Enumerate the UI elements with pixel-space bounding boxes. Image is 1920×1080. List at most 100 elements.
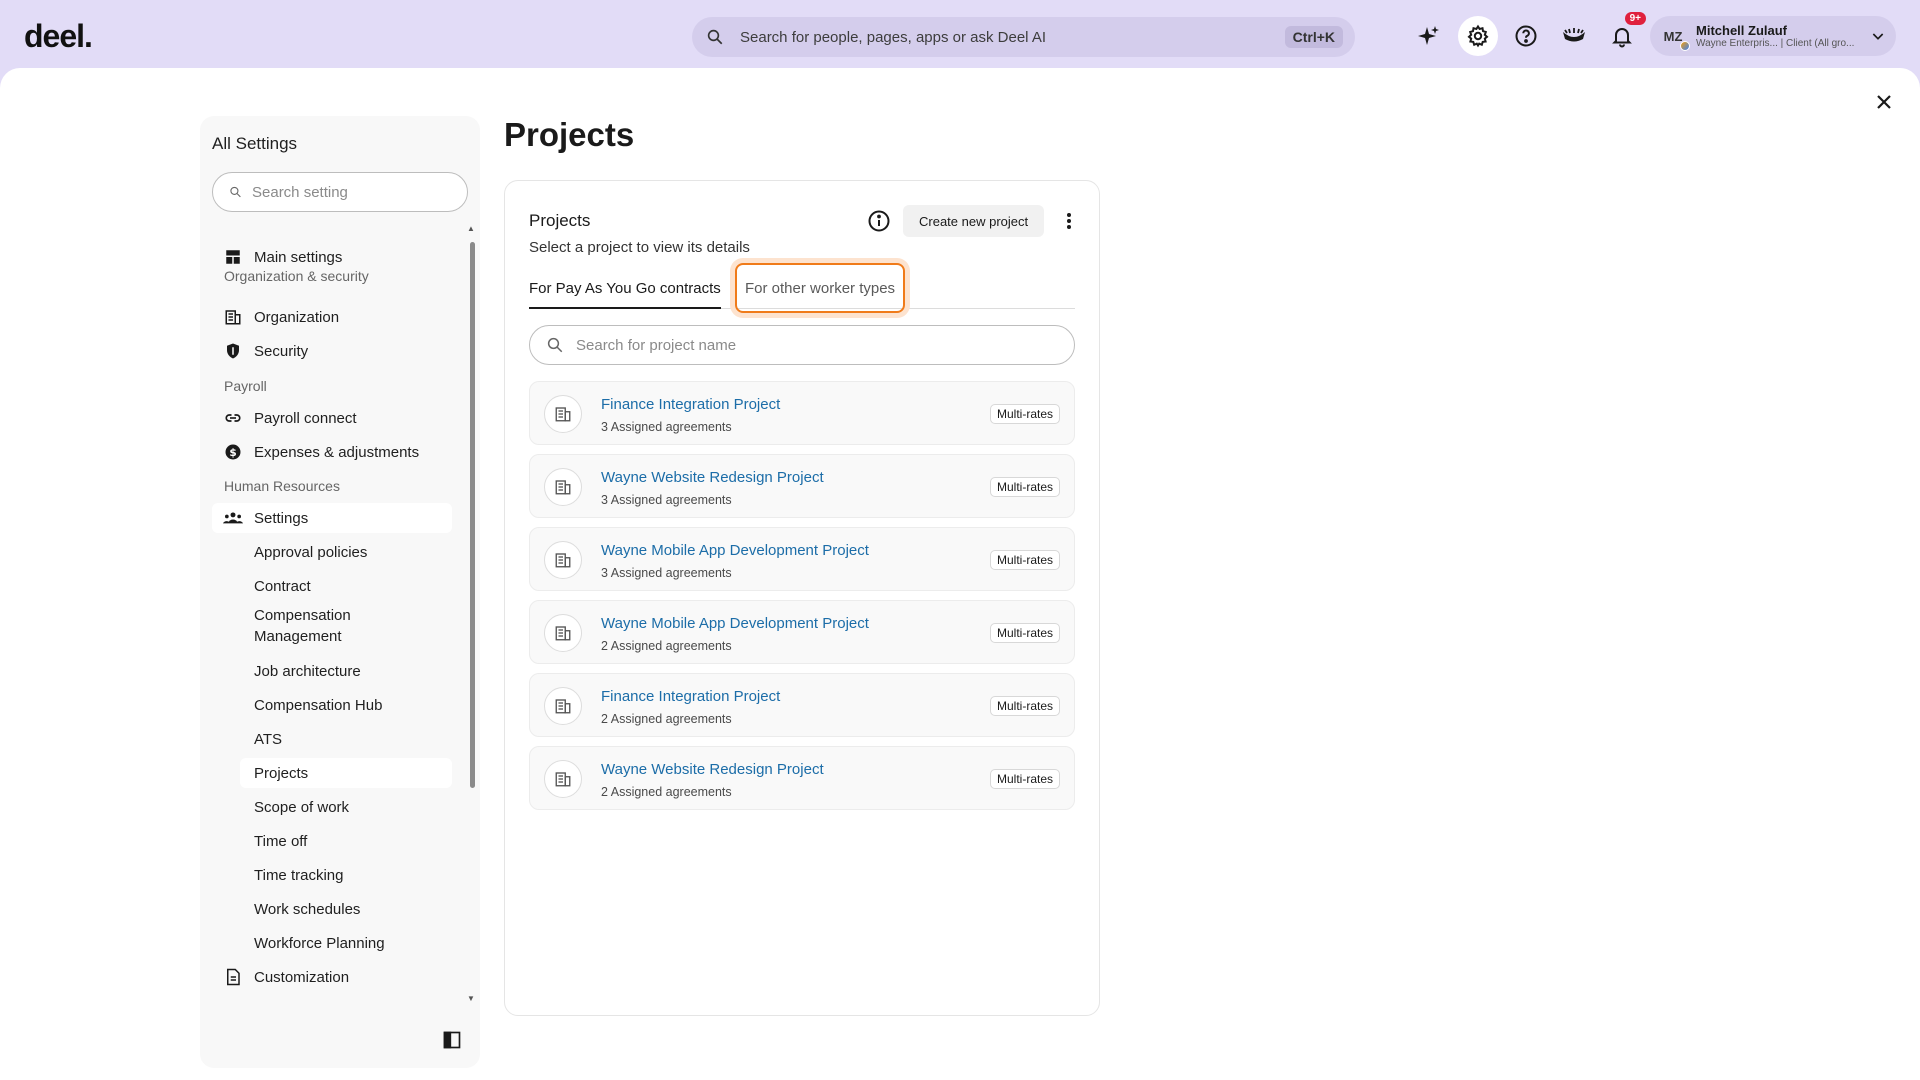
project-name[interactable]: Wayne Website Redesign Project [601,469,824,486]
sidebar-subitem-compensation-management[interactable]: Compensation Management [240,605,390,647]
settings-panel: All Settings Main settings Organization … [0,68,1920,1080]
mask-icon [1563,28,1585,42]
sidebar-subitem-contract[interactable]: Contract [240,571,452,601]
avatar-initials: MZ [1663,28,1683,44]
building-icon [544,614,582,652]
settings-button[interactable] [1458,16,1498,56]
sidebar-item-label: Settings [254,509,309,527]
project-name[interactable]: Wayne Mobile App Development Project [601,542,869,559]
ai-sparkle-button[interactable] [1409,16,1449,56]
document-icon [222,968,244,986]
building-icon [544,468,582,506]
sidebar-search[interactable] [212,172,468,212]
sidebar-item-organization[interactable]: Organization [212,302,452,332]
gear-icon [1467,24,1489,48]
building-icon [544,541,582,579]
svg-text:$: $ [229,447,236,459]
collapse-sidebar-button[interactable] [442,1030,462,1050]
sidebar-subitem-time-tracking[interactable]: Time tracking [240,860,452,890]
building-icon [222,308,244,326]
sparkle-icon [1418,26,1439,45]
sidebar-search-input[interactable] [252,183,451,201]
bell-icon [1612,28,1632,48]
project-name[interactable]: Wayne Website Redesign Project [601,761,824,778]
project-agreements: 3 Assigned agreements [601,493,732,507]
sidebar-subitem-approval-policies[interactable]: Approval policies [240,537,452,567]
global-search-bar[interactable]: Ctrl+K [692,17,1355,57]
scroll-up-arrow-icon[interactable]: ▲ [467,224,475,233]
deel-logo[interactable]: deel. [24,18,93,55]
project-tag: Multi-rates [989,696,1060,716]
tab-other-worker-types[interactable]: For other worker types [735,263,906,313]
more-options-button[interactable] [1057,209,1081,233]
projects-card: Projects Select a project to view its de… [504,180,1100,1016]
sidebar-item-expenses[interactable]: $ Expenses & adjustments [212,437,452,467]
project-name[interactable]: Finance Integration Project [601,688,780,705]
help-button[interactable] [1506,16,1546,56]
sidebar-item-customization[interactable]: Customization [212,962,452,992]
close-button[interactable] [1872,90,1896,114]
project-tag: Multi-rates [989,623,1060,643]
project-name[interactable]: Finance Integration Project [601,396,780,413]
chevron-down-icon [1872,33,1884,40]
sidebar-subitem-ats[interactable]: ATS [240,724,452,754]
project-agreements: 2 Assigned agreements [601,785,732,799]
search-icon [230,186,241,198]
project-row[interactable]: Wayne Website Redesign Project 3 Assigne… [529,454,1075,518]
sidebar-item-security[interactable]: Security [212,336,452,366]
project-row[interactable]: Wayne Website Redesign Project 2 Assigne… [529,746,1075,810]
project-tag: Multi-rates [989,477,1060,497]
project-tag: Multi-rates [989,550,1060,570]
project-tag: Multi-rates [989,404,1060,424]
scroll-down-arrow-icon[interactable]: ▼ [467,994,475,1003]
search-icon [547,337,563,353]
sidebar-subitem-work-schedules[interactable]: Work schedules [240,894,452,924]
user-name: Mitchell Zulauf [1696,23,1787,38]
sidebar-item-payroll-connect[interactable]: Payroll connect [212,403,452,433]
project-row[interactable]: Finance Integration Project 3 Assigned a… [529,381,1075,445]
card-title: Projects [529,211,591,230]
more-vertical-icon [1067,213,1071,229]
shield-icon [222,342,244,360]
tab-pay-as-you-go[interactable]: For Pay As You Go contracts [529,269,721,309]
project-agreements: 2 Assigned agreements [601,712,732,726]
sidebar-title: All Settings [212,134,298,153]
project-name[interactable]: Wayne Mobile App Development Project [601,615,869,632]
sidebar-subitem-job-architecture[interactable]: Job architecture [240,656,452,686]
project-search-input[interactable] [576,336,1058,354]
project-row[interactable]: Wayne Mobile App Development Project 3 A… [529,527,1075,591]
sidebar-subitem-workforce-planning[interactable]: Workforce Planning [240,928,452,958]
notifications-button[interactable]: 9+ [1602,12,1646,56]
info-icon [868,210,890,232]
project-agreements: 3 Assigned agreements [601,420,732,434]
top-bar: deel. Ctrl+K 9+ MZ Mitchell Zulauf Wayne… [0,0,1920,70]
project-tabs: For Pay As You Go contracts For other wo… [529,263,1075,313]
search-icon [704,26,726,48]
create-new-project-button[interactable]: Create new project [903,205,1045,237]
sidebar-item-label: Customization [254,968,350,986]
apps-button[interactable] [1554,16,1594,56]
project-search[interactable] [529,325,1075,365]
sidebar-scrollbar[interactable] [470,242,475,788]
project-row[interactable]: Wayne Mobile App Development Project 2 A… [529,600,1075,664]
people-icon [222,509,244,527]
section-human-resources: Human Resources [224,478,340,494]
section-org-security: Organization & security [224,268,369,284]
sidebar-subitem-projects[interactable]: Projects [240,758,452,788]
settings-sidebar: All Settings Main settings Organization … [200,116,480,1068]
user-menu[interactable]: MZ Mitchell Zulauf Wayne Enterpris... | … [1650,16,1896,56]
shortcut-hint: Ctrl+K [1284,26,1343,48]
project-list: Finance Integration Project 3 Assigned a… [529,381,1075,819]
sidebar-toggle-icon [443,1031,461,1049]
sidebar-subitem-time-off[interactable]: Time off [240,826,452,856]
global-search-input[interactable] [740,28,1285,46]
project-row[interactable]: Finance Integration Project 2 Assigned a… [529,673,1075,737]
info-button[interactable] [867,209,891,233]
page-title: Projects [504,116,635,153]
sidebar-subitem-scope-of-work[interactable]: Scope of work [240,792,452,822]
project-agreements: 2 Assigned agreements [601,639,732,653]
project-agreements: 3 Assigned agreements [601,566,732,580]
sidebar-item-hr-settings[interactable]: Settings [212,503,452,533]
dashboard-icon [222,248,244,266]
sidebar-subitem-compensation-hub[interactable]: Compensation Hub [240,690,452,720]
